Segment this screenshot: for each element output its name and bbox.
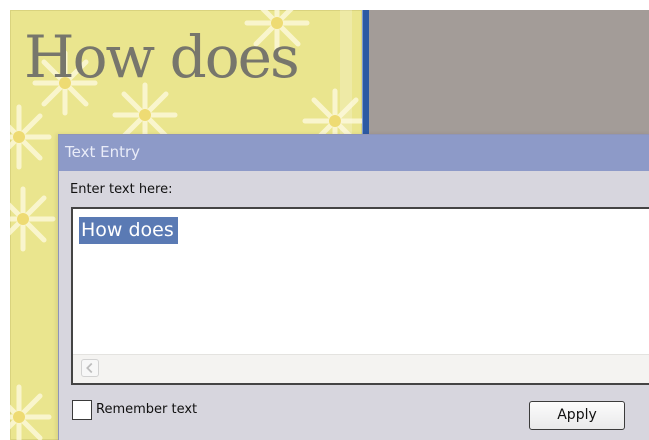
dialog-titlebar[interactable]: Text Entry [59,135,649,171]
scroll-left-button[interactable] [81,359,99,377]
flower-icon [10,102,54,172]
flower-icon [10,184,58,254]
page-title-text[interactable]: How does [24,28,300,86]
chevron-left-icon [86,362,93,374]
remember-text-checkbox[interactable] [72,400,92,420]
apply-button[interactable]: Apply [529,401,625,430]
screen: How does Text Entry Enter text here: How… [0,0,649,440]
text-entry-field[interactable]: How does [71,207,649,385]
dialog-title: Text Entry [65,143,141,161]
prompt-label: Enter text here: [70,182,173,197]
horizontal-scrollbar[interactable] [73,354,649,383]
selected-text[interactable]: How does [79,217,178,244]
remember-text-label[interactable]: Remember text [96,402,197,417]
flower-icon [10,382,54,440]
text-entry-dialog: Text Entry Enter text here: How does Rem… [58,134,649,440]
